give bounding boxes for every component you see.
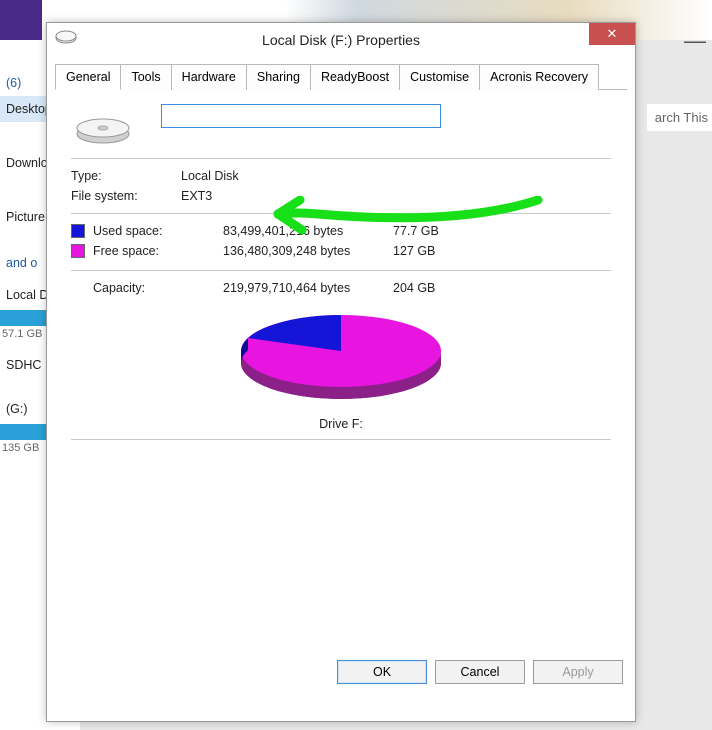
filesystem-label: File system: [71, 189, 181, 203]
tab-acronis[interactable]: Acronis Recovery [479, 64, 599, 90]
separator [71, 213, 611, 214]
close-icon: ✕ [607, 26, 618, 42]
capacity-bytes: 219,979,710,464 bytes [223, 281, 393, 295]
tab-sharing[interactable]: Sharing [246, 64, 311, 90]
usage-pie-chart [71, 301, 611, 411]
used-bytes: 83,499,401,216 bytes [223, 224, 393, 238]
drive-name-label: Drive F: [71, 417, 611, 431]
filesystem-value: EXT3 [181, 189, 611, 203]
volume-label-input[interactable] [161, 104, 441, 128]
close-button[interactable]: ✕ [589, 23, 635, 45]
tab-general[interactable]: General [55, 64, 121, 90]
capacity-gb: 204 GB [393, 281, 473, 295]
used-gb: 77.7 GB [393, 224, 473, 238]
free-gb: 127 GB [393, 244, 473, 258]
free-swatch [71, 244, 85, 258]
tab-strip: General Tools Hardware Sharing ReadyBoos… [55, 63, 627, 90]
cancel-button[interactable]: Cancel [435, 660, 525, 684]
general-panel: Type: Local Disk File system: EXT3 Used … [47, 90, 635, 650]
ok-button[interactable]: OK [337, 660, 427, 684]
used-label: Used space: [93, 224, 223, 238]
type-label: Type: [71, 169, 181, 183]
tab-hardware[interactable]: Hardware [171, 64, 247, 90]
separator [71, 270, 611, 271]
background-app-tile [0, 0, 42, 40]
drive-large-icon [71, 104, 143, 144]
tab-tools[interactable]: Tools [120, 64, 171, 90]
separator [71, 158, 611, 159]
separator [71, 439, 611, 440]
tab-customise[interactable]: Customise [399, 64, 480, 90]
tab-readyboost[interactable]: ReadyBoost [310, 64, 400, 90]
lower-spacer [71, 450, 611, 642]
search-hint: arch This [647, 104, 712, 131]
free-bytes: 136,480,309,248 bytes [223, 244, 393, 258]
free-label: Free space: [93, 244, 223, 258]
window-title: Local Disk (F:) Properties [47, 32, 635, 48]
type-value: Local Disk [181, 169, 611, 183]
properties-dialog: Local Disk (F:) Properties ✕ General Too… [46, 22, 636, 722]
button-bar: OK Cancel Apply [47, 650, 635, 696]
capacity-label: Capacity: [71, 281, 223, 295]
minimize-icon: — [684, 28, 706, 54]
used-swatch [71, 224, 85, 238]
titlebar[interactable]: Local Disk (F:) Properties ✕ [47, 23, 635, 57]
apply-button: Apply [533, 660, 623, 684]
